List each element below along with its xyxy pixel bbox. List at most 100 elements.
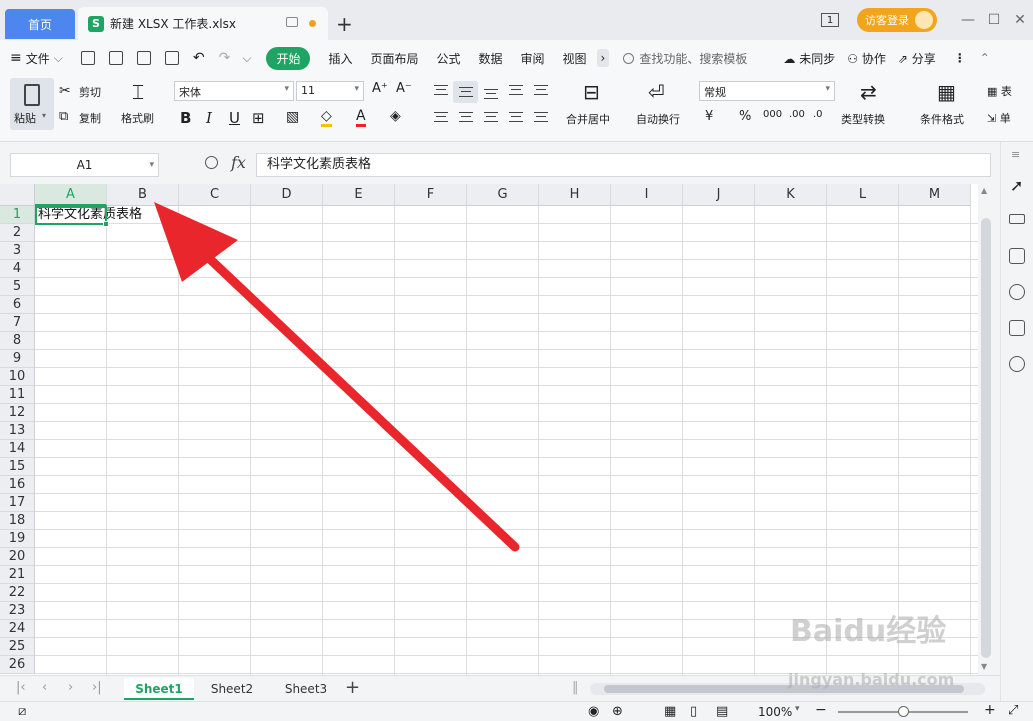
column-header-i[interactable]: I <box>611 184 683 206</box>
row-header-23[interactable]: 23 <box>0 602 35 620</box>
thousands-icon[interactable]: 000 <box>763 109 782 120</box>
column-header-a[interactable]: A <box>35 184 107 206</box>
fill-color-icon[interactable]: ◇ <box>321 108 332 127</box>
sheet-tab-1[interactable]: Sheet1 <box>124 678 194 700</box>
last-sheet-icon[interactable]: ›| <box>92 680 102 695</box>
bold-button[interactable]: B <box>180 109 191 127</box>
zoom-formula-icon[interactable] <box>205 156 218 169</box>
tab-review[interactable]: 审阅 <box>521 50 545 67</box>
row-header-25[interactable]: 25 <box>0 638 35 656</box>
add-sheet-icon[interactable]: + <box>345 677 360 698</box>
view-mode-icon[interactable]: ⊕ <box>612 704 623 719</box>
row-header-10[interactable]: 10 <box>0 368 35 386</box>
paste-dropdown-icon[interactable]: ▾ <box>42 111 46 120</box>
row-header-13[interactable]: 13 <box>0 422 35 440</box>
eraser-icon[interactable]: ◈ <box>390 108 401 124</box>
tab-start[interactable]: 开始 <box>266 46 311 70</box>
distribute-icon[interactable] <box>534 112 548 122</box>
align-bottom-icon[interactable] <box>484 89 498 99</box>
file-menu[interactable]: ≡ 文件 ⌵ <box>10 50 63 67</box>
conditional-format-button[interactable]: 条件格式 <box>920 111 964 127</box>
table-style-button[interactable]: ▦ 表 <box>987 83 1012 99</box>
print-preview-icon[interactable] <box>164 51 179 65</box>
close-icon[interactable]: ✕ <box>1007 12 1033 28</box>
sheet-tab-2[interactable]: Sheet2 <box>198 678 266 700</box>
more-options-icon[interactable]: ⋮ <box>954 51 966 65</box>
backup-icon[interactable] <box>1009 320 1025 336</box>
currency-icon[interactable]: ¥ <box>705 109 713 124</box>
fullscreen-icon[interactable]: ⤢ <box>1008 703 1018 718</box>
row-header-16[interactable]: 16 <box>0 476 35 494</box>
increase-font-icon[interactable]: A⁺ <box>372 81 388 96</box>
wrap-text-button[interactable]: 自动换行 <box>636 111 680 127</box>
tab-home[interactable]: 首页 <box>5 9 75 39</box>
row-header-2[interactable]: 2 <box>0 224 35 242</box>
spreadsheet-grid[interactable]: A B C D E F G H I J K L M 1 2 3 4 5 6 7 8 9 10 11 12 13 14 15 16 17 18… <box>0 184 978 675</box>
zoom-out-icon[interactable]: − <box>815 702 827 718</box>
tab-data[interactable]: 数据 <box>479 50 503 67</box>
format-painter-button[interactable]: 格式刷 <box>121 110 154 126</box>
indent-decrease-icon[interactable] <box>509 85 523 95</box>
formula-input[interactable]: 科学文化素质表格 <box>256 153 991 177</box>
scroll-up-icon[interactable]: ▲ <box>981 186 987 195</box>
row-header-9[interactable]: 9 <box>0 350 35 368</box>
row-header-26[interactable]: 26 <box>0 656 35 674</box>
percent-icon[interactable]: % <box>739 109 751 124</box>
type-convert-button[interactable]: 类型转换 <box>841 111 885 127</box>
increase-decimal-icon[interactable]: .00 <box>789 109 805 120</box>
column-header-m[interactable]: M <box>899 184 971 206</box>
help-icon[interactable] <box>1009 284 1025 300</box>
font-color-icon[interactable]: A <box>356 108 366 127</box>
sync-button[interactable]: ☁ 未同步 <box>783 50 835 67</box>
new-tab-plus-icon[interactable]: + <box>336 12 353 36</box>
border-icon[interactable]: ⊞ <box>252 109 265 127</box>
login-button[interactable]: 访客登录 <box>857 8 937 32</box>
undo-icon[interactable]: ↶ <box>193 50 205 66</box>
cut-button[interactable]: 剪切 <box>79 84 101 100</box>
active-cell-a1[interactable] <box>35 206 107 225</box>
row-header-18[interactable]: 18 <box>0 512 35 530</box>
vertical-scrollbar[interactable]: ▲ ▼ <box>978 184 994 675</box>
redo-icon[interactable]: ↷ <box>219 50 231 66</box>
row-header-8[interactable]: 8 <box>0 332 35 350</box>
row-header-14[interactable]: 14 <box>0 440 35 458</box>
row-header-19[interactable]: 19 <box>0 530 35 548</box>
name-box[interactable]: A1 ▾ <box>10 153 159 177</box>
column-header-h[interactable]: H <box>539 184 611 206</box>
row-header-17[interactable]: 17 <box>0 494 35 512</box>
column-header-l[interactable]: L <box>827 184 899 206</box>
justify-icon[interactable] <box>509 112 523 122</box>
tab-document[interactable]: S 新建 XLSX 工作表.xlsx <box>78 7 328 40</box>
more-chevron-icon[interactable]: ⌵ <box>242 51 251 66</box>
monitor-icon[interactable] <box>286 17 298 27</box>
underline-button[interactable]: U <box>229 109 240 127</box>
tab-view[interactable]: 视图 <box>563 50 587 67</box>
align-center-icon[interactable] <box>459 112 473 122</box>
save-icon[interactable] <box>80 51 95 65</box>
decrease-decimal-icon[interactable]: .0 <box>813 109 823 120</box>
row-header-15[interactable]: 15 <box>0 458 35 476</box>
align-right-icon[interactable] <box>484 112 498 122</box>
adjust-icon[interactable] <box>1009 214 1025 224</box>
first-sheet-icon[interactable]: |‹ <box>16 680 26 695</box>
row-header-6[interactable]: 6 <box>0 296 35 314</box>
maximize-icon[interactable]: ☐ <box>981 12 1007 28</box>
number-format-select[interactable]: 常规 ▾ <box>699 81 835 101</box>
cell-button[interactable]: ⇲ 单 <box>987 110 1011 126</box>
indent-increase-icon[interactable] <box>534 85 548 95</box>
italic-button[interactable]: I <box>206 109 212 127</box>
row-header-7[interactable]: 7 <box>0 314 35 332</box>
lightning-icon[interactable] <box>1009 356 1025 372</box>
row-header-3[interactable]: 3 <box>0 242 35 260</box>
property-icon[interactable] <box>1009 248 1025 264</box>
row-header-11[interactable]: 11 <box>0 386 35 404</box>
column-header-g[interactable]: G <box>467 184 539 206</box>
column-header-k[interactable]: K <box>755 184 827 206</box>
collapse-ribbon-icon[interactable]: ⌃ <box>980 51 990 65</box>
select-all-corner[interactable] <box>0 184 35 206</box>
fx-icon[interactable]: fx <box>231 153 246 172</box>
zoom-level[interactable]: 100% <box>758 705 792 719</box>
search-box[interactable]: 查找功能、搜索模板 <box>623 50 747 67</box>
page-layout-view-icon[interactable]: ▯ <box>690 704 697 719</box>
column-header-f[interactable]: F <box>395 184 467 206</box>
